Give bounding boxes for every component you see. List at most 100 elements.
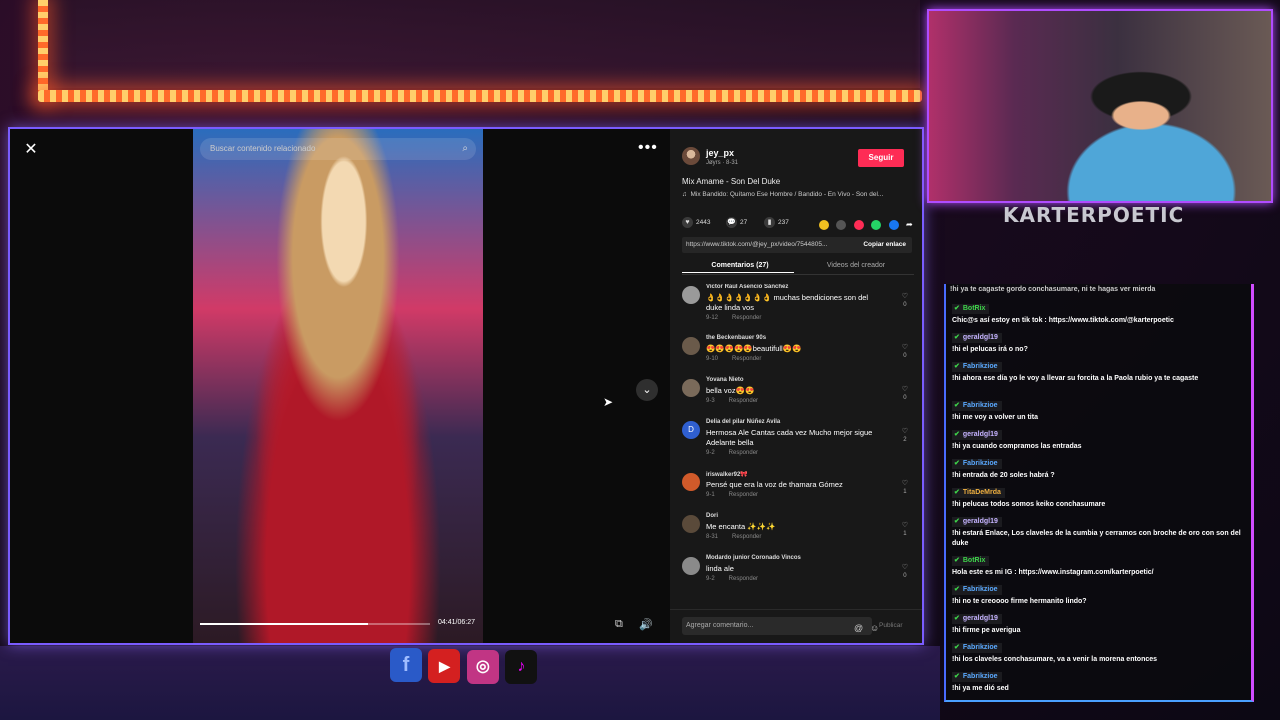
comment-like[interactable]: ♡ 0: [902, 343, 908, 359]
comment-input[interactable]: Agregar comentario... @ ☺: [682, 617, 879, 637]
comment-author[interactable]: the Beckenbauer 90s: [706, 335, 766, 341]
comment-bar: Agregar comentario... @ ☺ Publicar: [670, 609, 922, 643]
publish-button[interactable]: Publicar: [879, 622, 902, 629]
chat-username[interactable]: ✔ Fabrikzioe: [952, 585, 1002, 595]
tab-creator-videos[interactable]: Videos del creador: [798, 262, 914, 269]
comment-text: Me encanta ✨✨✨: [706, 522, 776, 531]
comment-author[interactable]: Victor Raul Asencio Sánchez: [706, 284, 788, 290]
search-icon[interactable]: ⌕: [462, 138, 468, 160]
youtube-logo-icon: ▶: [428, 649, 461, 683]
info-pane: jey_px Jøyrs · 8-31 Seguir Mix Amame - S…: [670, 129, 922, 643]
comment-like[interactable]: ♡ 0: [902, 385, 908, 401]
reply-button[interactable]: Responder: [732, 534, 761, 540]
comment-avatar[interactable]: [682, 337, 700, 355]
comment-stat[interactable]: 💬 27: [726, 217, 747, 228]
copy-link-button[interactable]: Copiar enlace: [863, 237, 906, 253]
mention-icon[interactable]: @: [854, 619, 863, 637]
chat-badge-icon: ✔: [954, 334, 960, 341]
comment-like[interactable]: ♡ 1: [902, 479, 908, 495]
comment-like-count: 1: [903, 489, 907, 495]
follow-button[interactable]: Seguir: [858, 149, 904, 167]
reply-button[interactable]: Responder: [729, 450, 758, 456]
reply-button[interactable]: Responder: [732, 356, 761, 362]
comment-like[interactable]: ♡ 0: [902, 292, 908, 308]
close-button[interactable]: ✕: [20, 139, 42, 161]
comment-avatar[interactable]: D: [682, 421, 700, 439]
chat-username[interactable]: ✔ TitaDeMrda: [952, 488, 1005, 498]
music-label[interactable]: ♫ Mix Bandido: Quítamo Ese Hombre / Band…: [682, 191, 912, 198]
reply-button[interactable]: Responder: [729, 398, 758, 404]
comment-like[interactable]: ♡ 2: [902, 427, 908, 443]
chat-username[interactable]: ✔ Fabrikzioe: [952, 401, 1002, 411]
related-search-input[interactable]: Buscar contenido relacionado ⌕: [200, 138, 476, 160]
chat-message: !hi ya me dió sed: [952, 685, 1009, 692]
comment-author[interactable]: Dori: [706, 513, 718, 519]
chat-username[interactable]: ✔ Fabrikzioe: [952, 459, 1002, 469]
comment-text: 😍😍😍😍😍beautifull😍😍: [706, 344, 802, 353]
facebook-icon[interactable]: [888, 219, 899, 230]
chat-username[interactable]: ✔geraldgl19: [952, 614, 1002, 624]
background-shelf: [50, 0, 920, 88]
chat-username[interactable]: ✔ Fabrikzioe: [952, 643, 1002, 653]
comment-avatar[interactable]: [682, 515, 700, 533]
chat-user-label: Fabrikzioe: [962, 460, 998, 467]
chat-badge-icon: ✔: [954, 305, 960, 312]
video-pane: ✕ Buscar contenido relacionado ⌕ ••• ⌄ ➤…: [10, 129, 670, 643]
progress-bar[interactable]: [200, 623, 430, 625]
like-stat[interactable]: ♥ 2443: [682, 217, 710, 228]
tab-comments[interactable]: Comentarios (27): [682, 262, 798, 273]
embed-icon[interactable]: [836, 219, 847, 230]
comment-author[interactable]: iriswalker92🎀: [706, 471, 748, 478]
comment-like[interactable]: ♡ 1: [902, 521, 908, 537]
send-icon[interactable]: [853, 219, 864, 230]
share-arrow-icon[interactable]: ➦: [906, 220, 914, 230]
comment-avatar[interactable]: [682, 473, 700, 491]
coin-icon[interactable]: [818, 219, 829, 230]
chat-username[interactable]: ✔geraldgl19: [952, 333, 1002, 343]
facebook-logo-icon: f: [390, 648, 422, 682]
share-icons: ➦: [816, 216, 914, 234]
chat-badge-icon: ✔: [954, 615, 960, 622]
comment-text: Pensé que era la voz de thamara Gómez: [706, 480, 843, 489]
next-video-button[interactable]: ⌄: [636, 379, 658, 401]
chat-username[interactable]: ✔geraldgl19: [952, 430, 1002, 440]
creator-avatar[interactable]: [682, 147, 700, 165]
comment-author[interactable]: Yovana Nieto: [706, 377, 744, 383]
comment-avatar[interactable]: [682, 379, 700, 397]
comment-avatar[interactable]: [682, 557, 700, 575]
reply-button[interactable]: Responder: [729, 492, 758, 498]
chat-badge-icon: ✔: [954, 460, 960, 467]
chat-username[interactable]: ✔ BotRix: [952, 304, 990, 314]
comment-meta: 9-12 Responder: [706, 315, 761, 321]
chat-message: !hi ya cuando compramos las entradas: [952, 443, 1082, 450]
chat-badge-icon: ✔: [954, 402, 960, 409]
reply-button[interactable]: Responder: [732, 315, 761, 321]
emoji-icon[interactable]: ☺: [870, 619, 879, 637]
save-stat[interactable]: ▮ 237: [764, 217, 789, 228]
creator-username[interactable]: jey_px: [706, 148, 734, 158]
chat-username[interactable]: ✔geraldgl19: [952, 517, 1002, 527]
chat-username[interactable]: ✔ Fabrikzioe: [952, 362, 1002, 372]
chat-username[interactable]: ✔geraldgl19: [952, 701, 1002, 702]
video-link[interactable]: https://www.tiktok.com/@jey_px/video/754…: [686, 237, 841, 253]
comment-author[interactable]: Modardo junior Coronado Vincos: [706, 555, 801, 561]
comment-author[interactable]: Delia del pilar Núñez Avila: [706, 419, 780, 425]
comment-like[interactable]: ♡ 0: [902, 563, 908, 579]
chat-username[interactable]: ✔ Fabrikzioe: [952, 672, 1002, 682]
chat-user-label: Fabrikzioe: [962, 363, 998, 370]
led-strip-vertical: [38, 0, 48, 100]
whatsapp-icon[interactable]: [871, 219, 882, 230]
picture-in-picture-icon[interactable]: ⧉: [615, 618, 623, 631]
comment-avatar[interactable]: [682, 286, 700, 304]
comment-text: Hermosa Ale Cantas cada vez Mucho mejor …: [706, 428, 873, 447]
chat-message: !hi pelucas todos somos keiko conchasuma…: [952, 501, 1106, 508]
chat-username[interactable]: ✔ BotRix: [952, 556, 990, 566]
comment-like-count: 2: [903, 437, 907, 443]
reply-button[interactable]: Responder: [729, 576, 758, 582]
progress-fill: [200, 623, 368, 625]
more-options-icon[interactable]: •••: [638, 139, 658, 157]
comment-date: 9-12: [706, 315, 719, 321]
video-frame[interactable]: [193, 129, 483, 643]
volume-icon[interactable]: 🔊: [639, 618, 653, 631]
comment-date: 9-2: [706, 450, 715, 456]
